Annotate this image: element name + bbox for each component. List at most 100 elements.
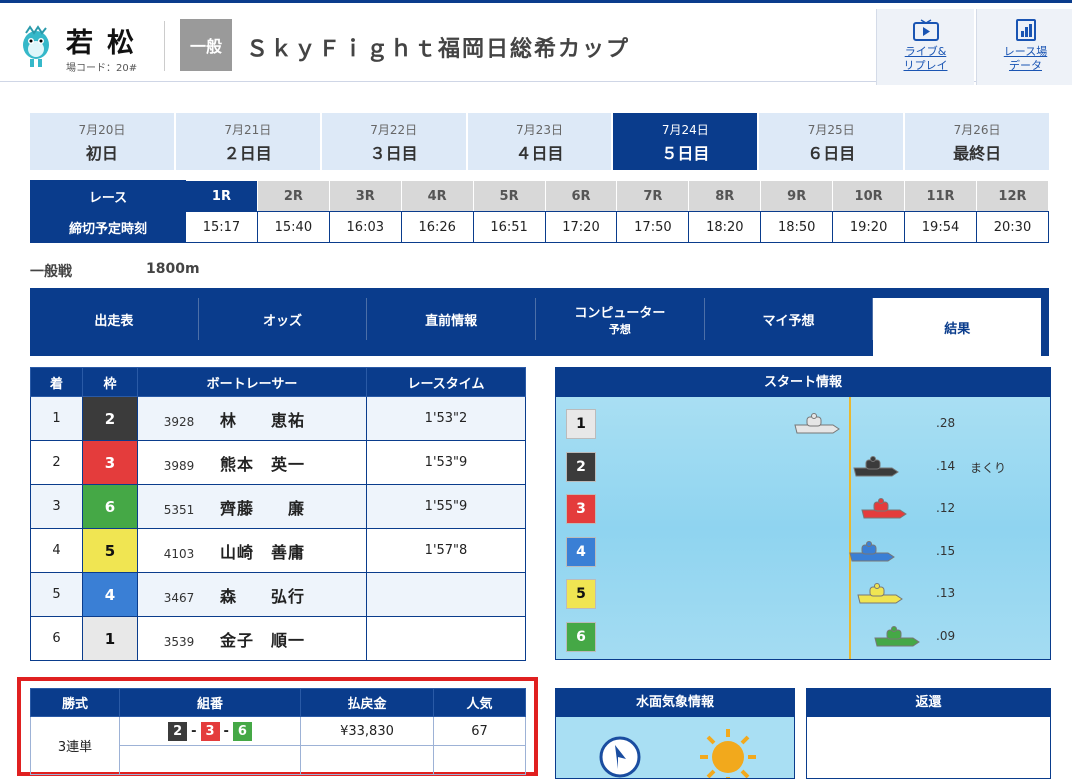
race-tab-10[interactable]: 10R xyxy=(832,180,906,212)
race-time xyxy=(366,616,526,661)
content-tab-5[interactable]: マイ予想 xyxy=(705,298,874,340)
start-timing: .13 xyxy=(936,586,956,600)
race-deadline-5: 16:51 xyxy=(472,211,546,243)
racer-name[interactable]: 熊本 英一 xyxy=(220,455,305,474)
content-tab-1[interactable]: 出走表 xyxy=(30,298,199,340)
boat-icon xyxy=(861,498,907,519)
racer-id: 4103 xyxy=(163,546,195,561)
race-tab-1[interactable]: 1R xyxy=(185,180,258,212)
race-deadline-12: 20:30 xyxy=(975,211,1050,243)
live-replay-link[interactable]: ライブ& リプレイ xyxy=(876,9,974,85)
racer-cell: 4103 山崎 善庸 xyxy=(137,528,367,573)
race-deadline-2: 15:40 xyxy=(256,211,330,243)
racer-cell: 3989 熊本 英一 xyxy=(137,440,367,485)
day-tab-5[interactable]: 7月24日 ５日目 xyxy=(613,113,758,170)
day-tab-4[interactable]: 7月23日 ４日目 xyxy=(467,113,612,170)
race-tab-11[interactable]: 11R xyxy=(904,180,977,212)
content-tab-3[interactable]: 直前情報 xyxy=(367,298,537,340)
race-tab-6[interactable]: 6R xyxy=(544,180,618,212)
day-tab-2[interactable]: 7月21日 ２日目 xyxy=(175,113,320,170)
content-tab-6[interactable]: 結果 xyxy=(873,298,1042,356)
combo-empty xyxy=(119,745,301,775)
race-tab-5[interactable]: 5R xyxy=(472,180,546,212)
weather-panel: 水面気象情報 xyxy=(555,688,795,779)
col-racer: ボートレーサー xyxy=(137,367,367,397)
col-popularity: 人気 xyxy=(433,688,526,717)
day-date: 7月24日 xyxy=(661,123,709,137)
start-row: 4.15 xyxy=(556,536,1050,567)
bet-type: 3連単 xyxy=(30,716,120,775)
venue-mascot-icon xyxy=(23,25,49,67)
day-date: 7月26日 xyxy=(953,123,1001,137)
result-row: 6 1 3539 金子 順一 xyxy=(30,616,526,661)
start-info-body: 1.28 2.14 まくり 3.12 4.15 5.13 6.09 xyxy=(556,397,1050,659)
race-time: 1'53"2 xyxy=(366,396,526,441)
race-number-table: レース 1R 2R 3R 4R 5R 6R 7R 8R 9R 10R 11R 12R 締切予定時刻 1… xyxy=(30,180,1050,243)
content-tab-2[interactable]: オッズ xyxy=(199,298,368,340)
frame-number: 4 xyxy=(82,572,138,617)
venue-code: 場コード：20# xyxy=(66,63,138,74)
weather-body xyxy=(556,717,794,778)
rank: 2 xyxy=(30,440,83,485)
start-row: 1.28 xyxy=(556,409,1050,439)
venue-data-link[interactable]: レース場 データ xyxy=(976,9,1072,85)
start-info-panel: スタート情報 1.28 2.14 まくり 3.12 4.15 5.13 6.09 xyxy=(555,367,1051,660)
start-frame-badge: 2 xyxy=(566,451,596,482)
deadline-label: 締切予定時刻 xyxy=(30,211,186,243)
race-label: レース xyxy=(30,180,186,212)
col-amount: 払戻金 xyxy=(300,688,434,717)
content-tab-4[interactable]: コンピューター 予想 xyxy=(536,298,705,340)
tab-label: 結果 xyxy=(944,321,971,337)
race-tab-2[interactable]: 2R xyxy=(256,180,330,212)
race-tab-9[interactable]: 9R xyxy=(760,180,834,212)
race-tab-4[interactable]: 4R xyxy=(400,180,474,212)
race-tab-3[interactable]: 3R xyxy=(328,180,402,212)
bar-chart-icon xyxy=(1015,19,1036,41)
race-class: 一般戦 xyxy=(30,264,72,280)
start-row: 6.09 xyxy=(556,621,1050,652)
racer-name[interactable]: 山崎 善庸 xyxy=(220,543,305,562)
day-tab-6[interactable]: 7月25日 ６日目 xyxy=(759,113,904,170)
frame-number: 3 xyxy=(82,440,138,485)
racer-name[interactable]: 金子 順一 xyxy=(220,631,305,650)
result-row: 1 2 3928 林 恵祐 1'53"2 xyxy=(30,396,526,441)
day-tab-7[interactable]: 7月26日最終日 xyxy=(905,113,1050,170)
racer-name[interactable]: 齊藤 廉 xyxy=(220,499,305,518)
rank: 1 xyxy=(30,396,83,441)
day-tab-1[interactable]: 7月20日 初日 xyxy=(30,113,174,170)
race-deadline-4: 16:26 xyxy=(400,211,474,243)
combo-third: 6 xyxy=(232,721,252,741)
racer-name[interactable]: 森 弘行 xyxy=(220,587,305,606)
rank: 5 xyxy=(30,572,83,617)
payout-amount: ¥33,830 xyxy=(300,716,434,746)
tab-label: コンピューター xyxy=(574,305,666,321)
start-row: 2 .14 まくり xyxy=(556,451,1050,482)
header-divider xyxy=(164,21,165,71)
day-name: ４日目 xyxy=(515,144,564,163)
race-tab-7[interactable]: 7R xyxy=(616,180,690,212)
race-tab-8[interactable]: 8R xyxy=(688,180,762,212)
start-row: 3.12 xyxy=(556,494,1050,524)
day-tab-3[interactable]: 7月22日 ３日目 xyxy=(321,113,466,170)
tv-play-icon xyxy=(912,19,939,41)
race-time: 1'57"8 xyxy=(366,528,526,573)
wind-direction-icon xyxy=(599,736,641,778)
result-row: 4 5 4103 山崎 善庸 1'57"8 xyxy=(30,528,526,573)
popularity-empty xyxy=(433,745,526,775)
race-deadline-6: 17:20 xyxy=(544,211,618,243)
day-name: 最終日 xyxy=(953,144,1002,163)
boat-icon xyxy=(874,625,920,646)
race-tab-12[interactable]: 12R xyxy=(975,180,1050,212)
tab-label: 出走表 xyxy=(94,313,134,329)
racer-name[interactable]: 林 恵祐 xyxy=(220,411,305,430)
payout-popularity: 67 xyxy=(433,716,526,746)
boat-icon xyxy=(857,583,903,604)
content-tabs: 出走表 オッズ 直前情報 コンピューター 予想 マイ予想結果 xyxy=(30,288,1049,356)
racer-id: 5351 xyxy=(163,502,195,517)
day-tabs: 7月20日 初日 7月21日 ２日目 7月22日 ３日目 7月23日 ４日目 7月24日 ５日目 7… xyxy=(30,113,1050,170)
start-timing: .14 xyxy=(936,458,956,473)
rank: 6 xyxy=(30,616,83,661)
refund-title: 返還 xyxy=(807,689,1050,717)
start-timing: .12 xyxy=(936,501,956,515)
racer-id: 3928 xyxy=(163,414,195,429)
